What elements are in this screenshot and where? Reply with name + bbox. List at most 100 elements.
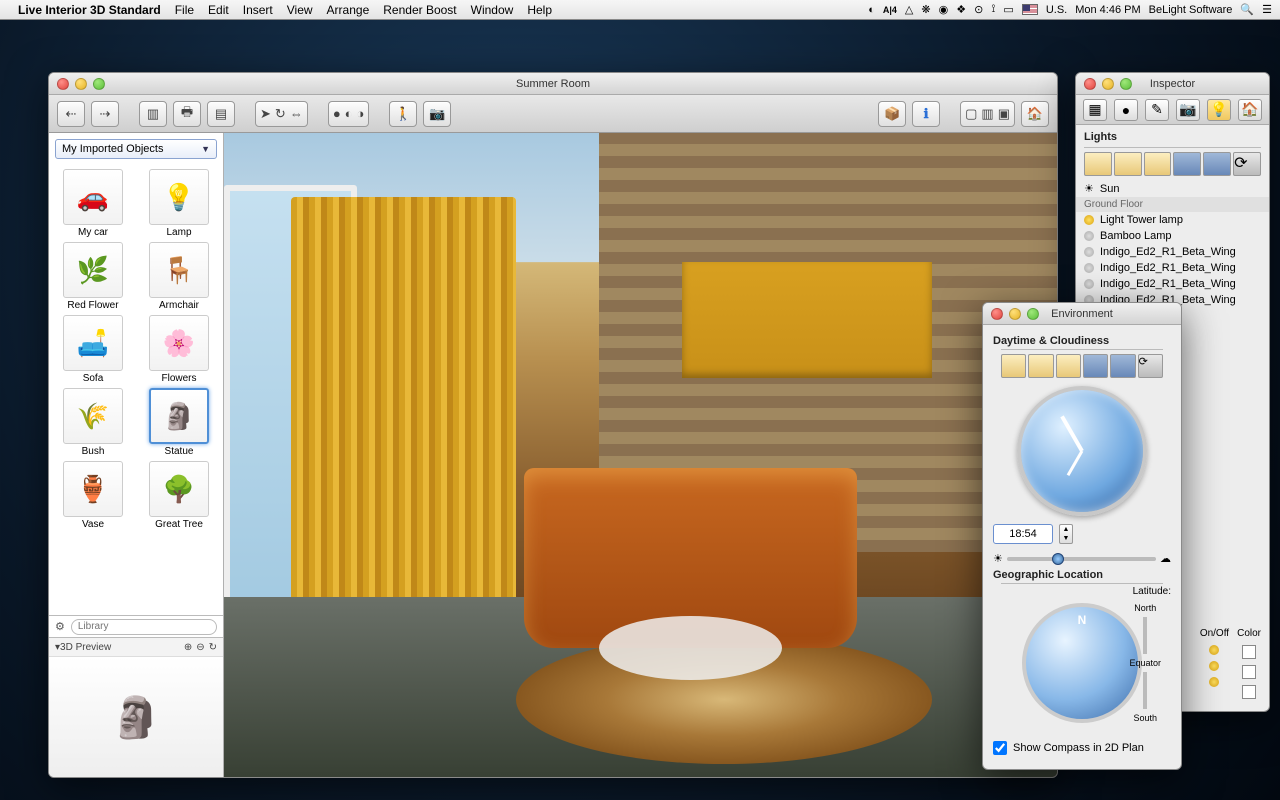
menu-file[interactable]: File — [175, 3, 194, 17]
environment-titlebar[interactable]: Environment — [983, 303, 1181, 325]
light-row[interactable]: Indigo_Ed2_R1_Beta_Wing — [1076, 260, 1269, 276]
close-button[interactable] — [1084, 78, 1096, 90]
library-item[interactable]: 🗿Statue — [139, 388, 219, 457]
light-row[interactable]: Bamboo Lamp — [1076, 228, 1269, 244]
pan-tool[interactable]: ⇔ — [290, 106, 303, 121]
zoom-button[interactable] — [93, 78, 105, 90]
library-item[interactable]: 🪑Armchair — [139, 242, 219, 311]
preset-noon[interactable] — [1144, 152, 1172, 176]
walk-button[interactable]: 🚶 — [389, 101, 417, 127]
bulb-icon[interactable] — [1084, 279, 1094, 289]
library-item[interactable]: 🌸Flowers — [139, 315, 219, 384]
app-name-menu[interactable]: Live Interior 3D Standard — [18, 3, 161, 17]
minimize-button[interactable] — [75, 78, 87, 90]
library-item[interactable]: 💡Lamp — [139, 169, 219, 238]
view-3d-button[interactable]: ▣ — [998, 106, 1010, 122]
menu-insert[interactable]: Insert — [243, 3, 273, 17]
status-icon[interactable]: ⊙ — [974, 3, 983, 16]
menubar-clock[interactable]: Mon 4:46 PM — [1075, 4, 1140, 16]
minimize-button[interactable] — [1009, 308, 1021, 320]
spotlight-icon[interactable]: 🔍 — [1240, 3, 1254, 16]
preset-evening[interactable] — [1173, 152, 1201, 176]
3d-viewport[interactable] — [224, 133, 1057, 777]
input-flag-icon[interactable] — [1022, 4, 1038, 15]
show-compass-input[interactable] — [993, 741, 1007, 755]
close-button[interactable] — [991, 308, 1003, 320]
view-2d-button[interactable]: ▢ — [965, 106, 977, 122]
tab-edit[interactable]: ✎ — [1145, 99, 1169, 121]
zoom-button[interactable] — [1027, 308, 1039, 320]
print-button[interactable]: 🖶 — [173, 101, 201, 127]
record-button[interactable]: ● — [333, 106, 341, 121]
tab-lights[interactable]: 💡 — [1207, 99, 1231, 121]
preset-evening[interactable] — [1083, 354, 1108, 378]
status-icon[interactable]: ❖ — [956, 3, 966, 16]
library-item[interactable]: 🛋️Sofa — [53, 315, 133, 384]
library-item[interactable]: 🚗My car — [53, 169, 133, 238]
input-locale[interactable]: U.S. — [1046, 4, 1067, 16]
menu-window[interactable]: Window — [471, 3, 514, 17]
menu-arrange[interactable]: Arrange — [327, 3, 370, 17]
library-item[interactable]: 🌿Red Flower — [53, 242, 133, 311]
menu-render-boost[interactable]: Render Boost — [383, 3, 456, 17]
zoom-button[interactable] — [1120, 78, 1132, 90]
main-titlebar[interactable]: Summer Room — [49, 73, 1057, 95]
tab-house[interactable]: 🏠 — [1238, 99, 1262, 121]
camera-button[interactable]: 📷 — [423, 101, 451, 127]
bulb-icon[interactable] — [1209, 645, 1219, 655]
gear-icon[interactable]: ⚙ — [55, 620, 65, 633]
play-button[interactable]: ◐ — [345, 106, 353, 121]
library-toggle-button[interactable]: ▥ — [139, 101, 167, 127]
color-swatch[interactable] — [1242, 645, 1256, 659]
wifi-icon[interactable]: ⟟ — [991, 3, 995, 16]
time-field[interactable] — [993, 524, 1053, 544]
stop-button[interactable]: ◑ — [357, 106, 365, 121]
slider-thumb[interactable] — [1052, 553, 1064, 565]
nav-fwd-button[interactable]: ⇢ — [91, 101, 119, 127]
preview-pane[interactable]: 🗿 — [49, 657, 223, 777]
status-icon[interactable]: ◉ — [939, 3, 949, 16]
tab-camera[interactable]: 📷 — [1176, 99, 1200, 121]
tab-materials[interactable]: ● — [1114, 99, 1138, 121]
menu-help[interactable]: Help — [527, 3, 552, 17]
library-item[interactable]: 🏺Vase — [53, 461, 133, 530]
bulb-icon[interactable] — [1084, 215, 1094, 225]
bulb-icon[interactable] — [1209, 661, 1219, 671]
time-stepper[interactable]: ▲▼ — [1059, 524, 1073, 544]
status-icon[interactable]: △ — [905, 3, 913, 16]
nav-back-button[interactable]: ⇠ — [57, 101, 85, 127]
preset-morning[interactable] — [1028, 354, 1053, 378]
layers-button[interactable]: ▤ — [207, 101, 235, 127]
zoom-out-icon[interactable]: ⊖ — [196, 642, 204, 653]
library-item[interactable]: 🌳Great Tree — [139, 461, 219, 530]
menu-view[interactable]: View — [287, 3, 313, 17]
clock-face[interactable] — [1017, 386, 1147, 516]
library-item[interactable]: 🌾Bush — [53, 388, 133, 457]
sun-row[interactable]: ☀ Sun — [1076, 180, 1269, 197]
light-row[interactable]: Indigo_Ed2_R1_Beta_Wing — [1076, 276, 1269, 292]
bulb-icon[interactable] — [1084, 247, 1094, 257]
library-category-dropdown[interactable]: My Imported Objects ▼ — [55, 139, 217, 159]
inspector-titlebar[interactable]: Inspector — [1076, 73, 1269, 95]
compass[interactable] — [1022, 603, 1142, 723]
preset-cloudy[interactable]: ⟳ — [1138, 354, 1163, 378]
preset-noon[interactable] — [1056, 354, 1081, 378]
show-compass-checkbox[interactable]: Show Compass in 2D Plan — [993, 741, 1171, 755]
preset-night[interactable] — [1110, 354, 1135, 378]
home-button[interactable]: 🏠 — [1021, 101, 1049, 127]
menubar-user[interactable]: BeLight Software — [1149, 4, 1233, 16]
bulb-icon[interactable] — [1084, 263, 1094, 273]
minimize-button[interactable] — [1102, 78, 1114, 90]
rotate-icon[interactable]: ↻ — [209, 642, 217, 653]
color-swatch[interactable] — [1242, 685, 1256, 699]
preview-header[interactable]: ▾ 3D Preview ⊕ ⊖ ↻ — [49, 637, 223, 657]
zoom-in-icon[interactable]: ⊕ — [184, 642, 192, 653]
latitude-slider[interactable]: North Equator South — [1129, 603, 1161, 723]
library-search-input[interactable] — [71, 619, 217, 635]
info-button[interactable]: ℹ — [912, 101, 940, 127]
status-icon[interactable]: ❋ — [921, 3, 930, 16]
notification-center-icon[interactable]: ☰ — [1262, 3, 1272, 16]
preset-dawn[interactable] — [1084, 152, 1112, 176]
color-swatch[interactable] — [1242, 665, 1256, 679]
menu-edit[interactable]: Edit — [208, 3, 229, 17]
